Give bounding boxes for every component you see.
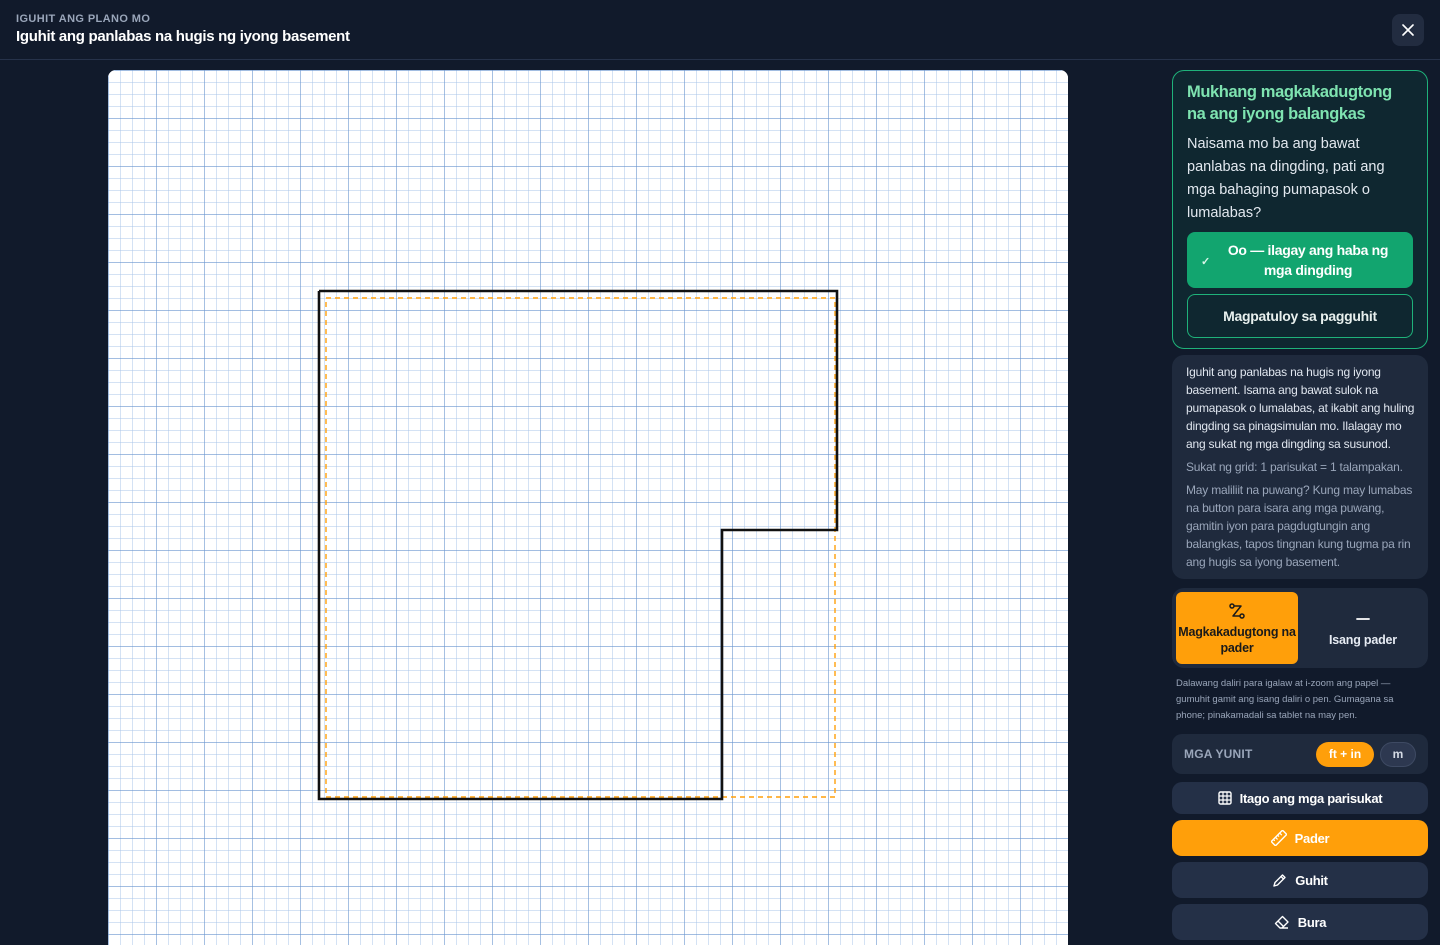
grid-icon xyxy=(1217,791,1232,805)
confirm-wall-lengths-label: Oo — ilagay ang haba ng mga dingding xyxy=(1227,242,1389,278)
page-eyebrow: IGUHIT ANG PLANO MO xyxy=(16,13,151,25)
gesture-hint: Dalawang daliri para igalaw at i-zoom an… xyxy=(1176,678,1394,721)
wall-mode-toggle: Magkakadugtong na pader Isang pader xyxy=(1172,588,1428,668)
units-label: MGA YUNIT xyxy=(1184,747,1253,761)
connected-walls-mode-button[interactable]: Magkakadugtong na pader xyxy=(1176,592,1298,664)
single-wall-icon xyxy=(1356,618,1370,620)
hide-grid-button[interactable]: Itago ang mga parisukat xyxy=(1172,782,1428,814)
closed-outline-card: Mukhang magkakadugtong na ang iyong bala… xyxy=(1172,70,1428,349)
erase-tool-button[interactable]: Bura xyxy=(1172,904,1428,940)
hide-grid-label: Itago ang mga parisukat xyxy=(1239,790,1383,806)
line-tool-label: Guhit xyxy=(1295,872,1328,888)
graph-paper[interactable] xyxy=(108,70,1068,945)
instructions-text: Iguhit ang panlabas na hugis ng iyong ba… xyxy=(1186,365,1415,451)
unit-meters-button[interactable]: m xyxy=(1380,741,1416,767)
eraser-icon xyxy=(1274,915,1289,929)
single-wall-mode-button[interactable]: Isang pader xyxy=(1302,592,1424,664)
line-tool-button[interactable]: Guhit xyxy=(1172,862,1428,898)
connected-walls-label: Magkakadugtong na pader xyxy=(1178,625,1296,655)
unit-feet-inches-button[interactable]: ft + in xyxy=(1316,741,1374,767)
connected-walls-icon xyxy=(1229,603,1245,619)
pencil-icon xyxy=(1273,873,1286,887)
closed-outline-question: Naisama mo ba ang bawat panlabas na ding… xyxy=(1187,136,1385,221)
single-wall-label: Isang pader xyxy=(1329,633,1397,647)
grid-squares xyxy=(108,70,1068,945)
wall-tool-button[interactable]: Pader xyxy=(1172,820,1428,856)
wall-tool-label: Pader xyxy=(1294,830,1330,846)
close-button[interactable] xyxy=(1392,14,1424,46)
page-title: Iguhit ang panlabas na hugis ng iyong ba… xyxy=(16,28,350,45)
grid-scale-text: Sukat ng grid: 1 parisukat = 1 talampaka… xyxy=(1186,460,1403,474)
erase-tool-label: Bura xyxy=(1297,914,1327,930)
close-icon xyxy=(1402,24,1414,36)
continue-drawing-button[interactable]: Magpatuloy sa pagguhit xyxy=(1187,294,1413,338)
units-selector: MGA YUNIT ft + in m xyxy=(1172,734,1428,774)
gaps-tip-text: May maliliit na puwang? Kung may lumabas… xyxy=(1186,483,1413,569)
top-bar: IGUHIT ANG PLANO MO Iguhit ang panlabas … xyxy=(0,0,1440,60)
instructions-card: Iguhit ang panlabas na hugis ng iyong ba… xyxy=(1172,355,1428,579)
closed-outline-title: Mukhang magkakadugtong na ang iyong bala… xyxy=(1187,83,1392,123)
ruler-icon xyxy=(1270,830,1287,846)
confirm-wall-lengths-button[interactable]: ✓ Oo — ilagay ang haba ng mga dingding xyxy=(1187,232,1413,288)
check-icon: ✓ xyxy=(1201,256,1210,268)
drawing-canvas[interactable] xyxy=(108,70,1068,945)
